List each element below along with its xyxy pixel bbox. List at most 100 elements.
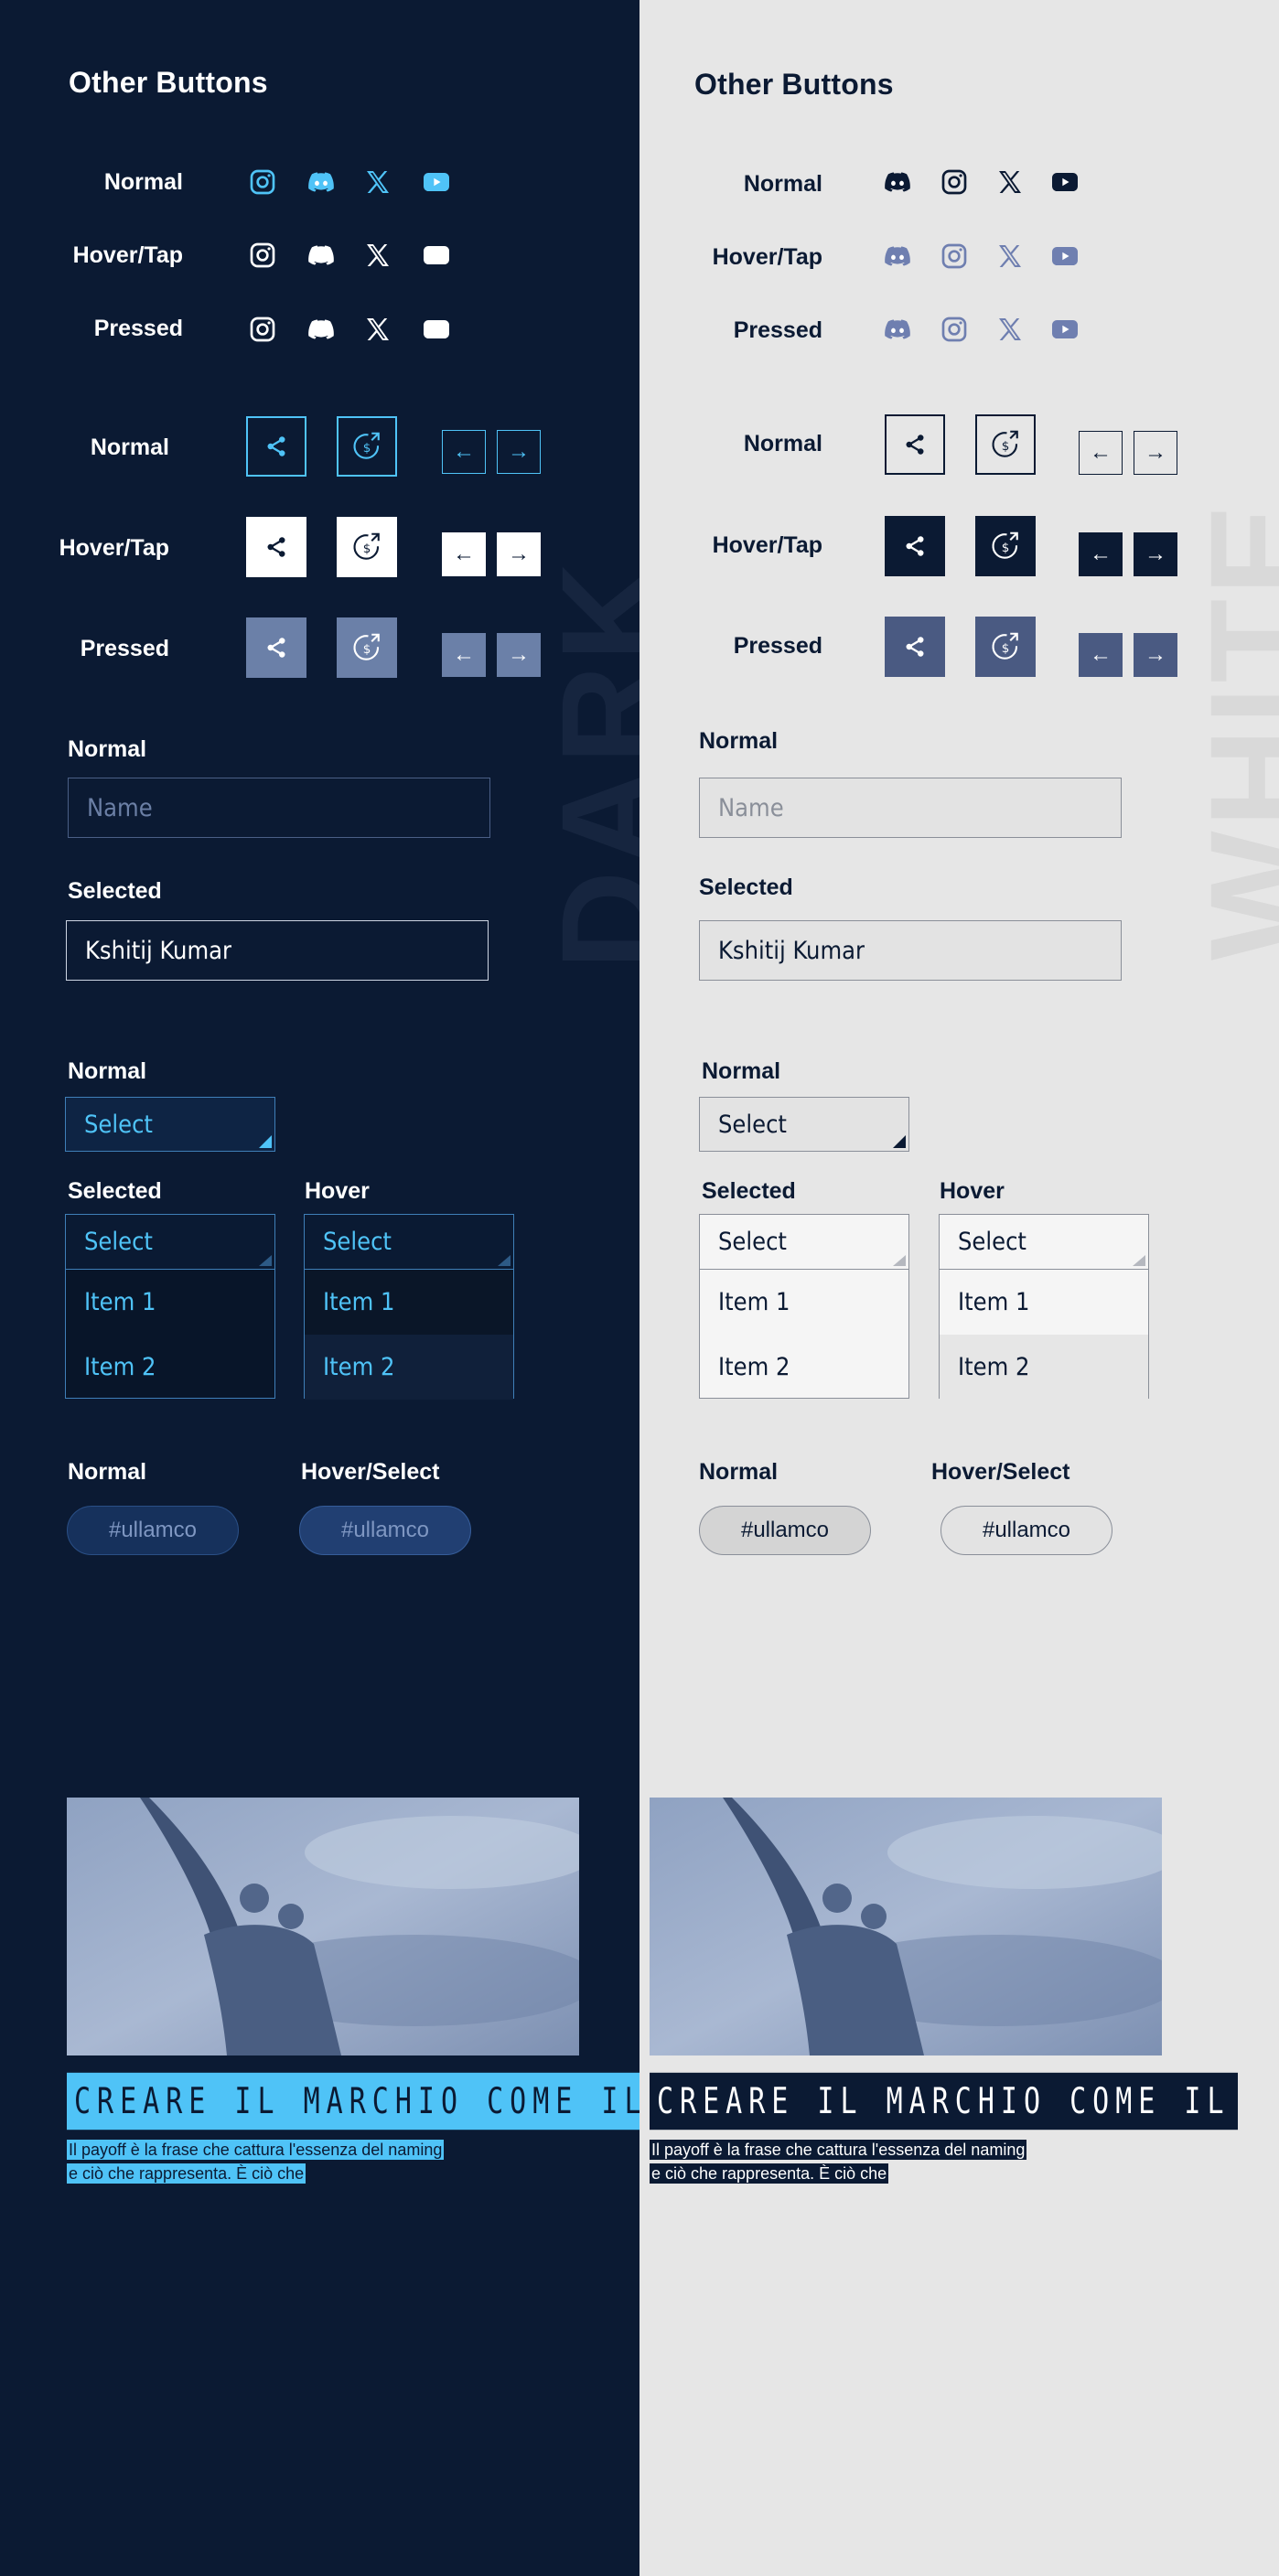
dropdown-item[interactable]: Item 2 [700, 1335, 908, 1400]
select-dropdown-open[interactable]: Select Item 1 Item 2 [699, 1214, 909, 1399]
input-selected-label: Selected [68, 878, 162, 904]
arrow-right-icon: → [508, 542, 530, 566]
refund-button[interactable] [975, 414, 1036, 475]
youtube-icon[interactable] [1049, 241, 1080, 272]
select-dropdown[interactable]: Select [699, 1097, 909, 1152]
refund-button[interactable] [337, 517, 397, 577]
discord-icon[interactable] [882, 314, 913, 345]
share-icon [901, 431, 929, 458]
dropdown-arrow-icon [893, 1255, 906, 1266]
x-icon[interactable] [362, 314, 393, 345]
next-button[interactable]: → [1134, 633, 1177, 677]
instagram-icon[interactable] [247, 166, 278, 198]
prev-button[interactable]: ← [442, 633, 486, 677]
youtube-icon[interactable] [421, 240, 452, 271]
x-icon[interactable] [362, 240, 393, 271]
instagram-icon[interactable] [939, 314, 970, 345]
youtube-icon[interactable] [1049, 314, 1080, 345]
select-dropdown[interactable]: Select [65, 1097, 275, 1152]
angel-statue-image [67, 1798, 579, 2055]
next-button[interactable]: → [497, 633, 541, 677]
select-head[interactable]: Select [66, 1215, 274, 1270]
dropdown-item-hovered[interactable]: Item 2 [940, 1335, 1148, 1400]
instagram-icon[interactable] [939, 241, 970, 272]
arrow-right-icon: → [508, 439, 530, 464]
next-button[interactable]: → [1134, 431, 1177, 475]
refund-button[interactable] [975, 516, 1036, 576]
x-icon[interactable] [362, 166, 393, 198]
select-head[interactable]: Select [700, 1215, 908, 1270]
dark-watermark: DARK [532, 558, 640, 970]
name-input[interactable]: Name [68, 778, 490, 838]
discord-icon[interactable] [882, 166, 913, 198]
x-icon[interactable] [994, 314, 1026, 345]
share-button[interactable] [246, 416, 306, 477]
refund-button[interactable] [337, 617, 397, 678]
instagram-icon[interactable] [247, 240, 278, 271]
select-hover-label: Hover [940, 1178, 1005, 1204]
next-button[interactable]: → [497, 430, 541, 474]
arrow-right-icon: → [508, 642, 530, 667]
next-button[interactable]: → [1134, 532, 1177, 576]
x-icon[interactable] [994, 241, 1026, 272]
paragraph-line: e ciò che rappresenta. È ciò che [650, 2163, 889, 2184]
prev-button[interactable]: ← [1079, 532, 1123, 576]
share-button[interactable] [246, 617, 306, 678]
discord-icon[interactable] [306, 314, 337, 345]
select-selected-label: Selected [68, 1178, 162, 1204]
dropdown-item[interactable]: Item 1 [305, 1270, 513, 1335]
discord-icon[interactable] [306, 240, 337, 271]
select-dropdown-hover[interactable]: Select Item 1 Item 2 [304, 1214, 514, 1400]
next-button[interactable]: → [497, 532, 541, 576]
row-label-pressed: Pressed [80, 636, 169, 661]
discord-icon[interactable] [306, 166, 337, 198]
row-label-pressed: Pressed [733, 317, 822, 343]
share-button[interactable] [885, 414, 945, 475]
tag-chip[interactable]: #ullamco [699, 1506, 871, 1555]
dropdown-item-hovered[interactable]: Item 2 [305, 1335, 513, 1400]
youtube-icon[interactable] [1049, 166, 1080, 198]
row-label-hover: Hover/Tap [712, 244, 822, 270]
refund-button[interactable] [975, 617, 1036, 677]
youtube-icon[interactable] [421, 314, 452, 345]
instagram-icon[interactable] [247, 314, 278, 345]
dropdown-item[interactable]: Item 2 [66, 1335, 274, 1400]
dropdown-item[interactable]: Item 1 [700, 1270, 908, 1335]
dollar-refund-icon [989, 630, 1022, 663]
prev-button[interactable]: ← [442, 532, 486, 576]
dropdown-arrow-icon [1133, 1255, 1145, 1266]
select-dropdown-hover[interactable]: Select Item 1 Item 2 [939, 1214, 1149, 1400]
x-icon[interactable] [994, 166, 1026, 198]
prev-button[interactable]: ← [442, 430, 486, 474]
light-theme-panel: WHITE Other Buttons Normal Hover/Tap Pre… [640, 0, 1279, 2576]
chip-hover-label: Hover/Select [931, 1459, 1070, 1485]
select-value: Select [718, 1110, 787, 1139]
share-button[interactable] [246, 517, 306, 577]
name-input-selected[interactable]: Kshitij Kumar [66, 920, 489, 981]
select-head[interactable]: Select [305, 1215, 513, 1270]
prev-button[interactable]: ← [1079, 633, 1123, 677]
row-label-normal: Normal [743, 171, 822, 197]
instagram-icon[interactable] [939, 166, 970, 198]
select-head[interactable]: Select [940, 1215, 1148, 1270]
input-normal-label: Normal [68, 736, 147, 762]
youtube-icon[interactable] [421, 166, 452, 198]
select-dropdown-open[interactable]: Select Item 1 Item 2 [65, 1214, 275, 1399]
discord-icon[interactable] [882, 241, 913, 272]
dropdown-item[interactable]: Item 1 [66, 1270, 274, 1335]
refund-button[interactable] [337, 416, 397, 477]
share-button[interactable] [885, 617, 945, 677]
prev-button[interactable]: ← [1079, 431, 1123, 475]
tag-chip-hover[interactable]: #ullamco [299, 1506, 471, 1555]
tag-chip[interactable]: #ullamco [67, 1506, 239, 1555]
dropdown-arrow-icon [259, 1135, 272, 1148]
tag-chip-hover[interactable]: #ullamco [940, 1506, 1112, 1555]
dollar-refund-icon [989, 530, 1022, 563]
name-input-selected[interactable]: Kshitij Kumar [699, 920, 1122, 981]
select-normal-label: Normal [702, 1058, 781, 1084]
row-label-pressed: Pressed [733, 633, 822, 659]
share-button[interactable] [885, 516, 945, 576]
chip-normal-label: Normal [68, 1459, 147, 1485]
name-input[interactable]: Name [699, 778, 1122, 838]
dropdown-item[interactable]: Item 1 [940, 1270, 1148, 1335]
